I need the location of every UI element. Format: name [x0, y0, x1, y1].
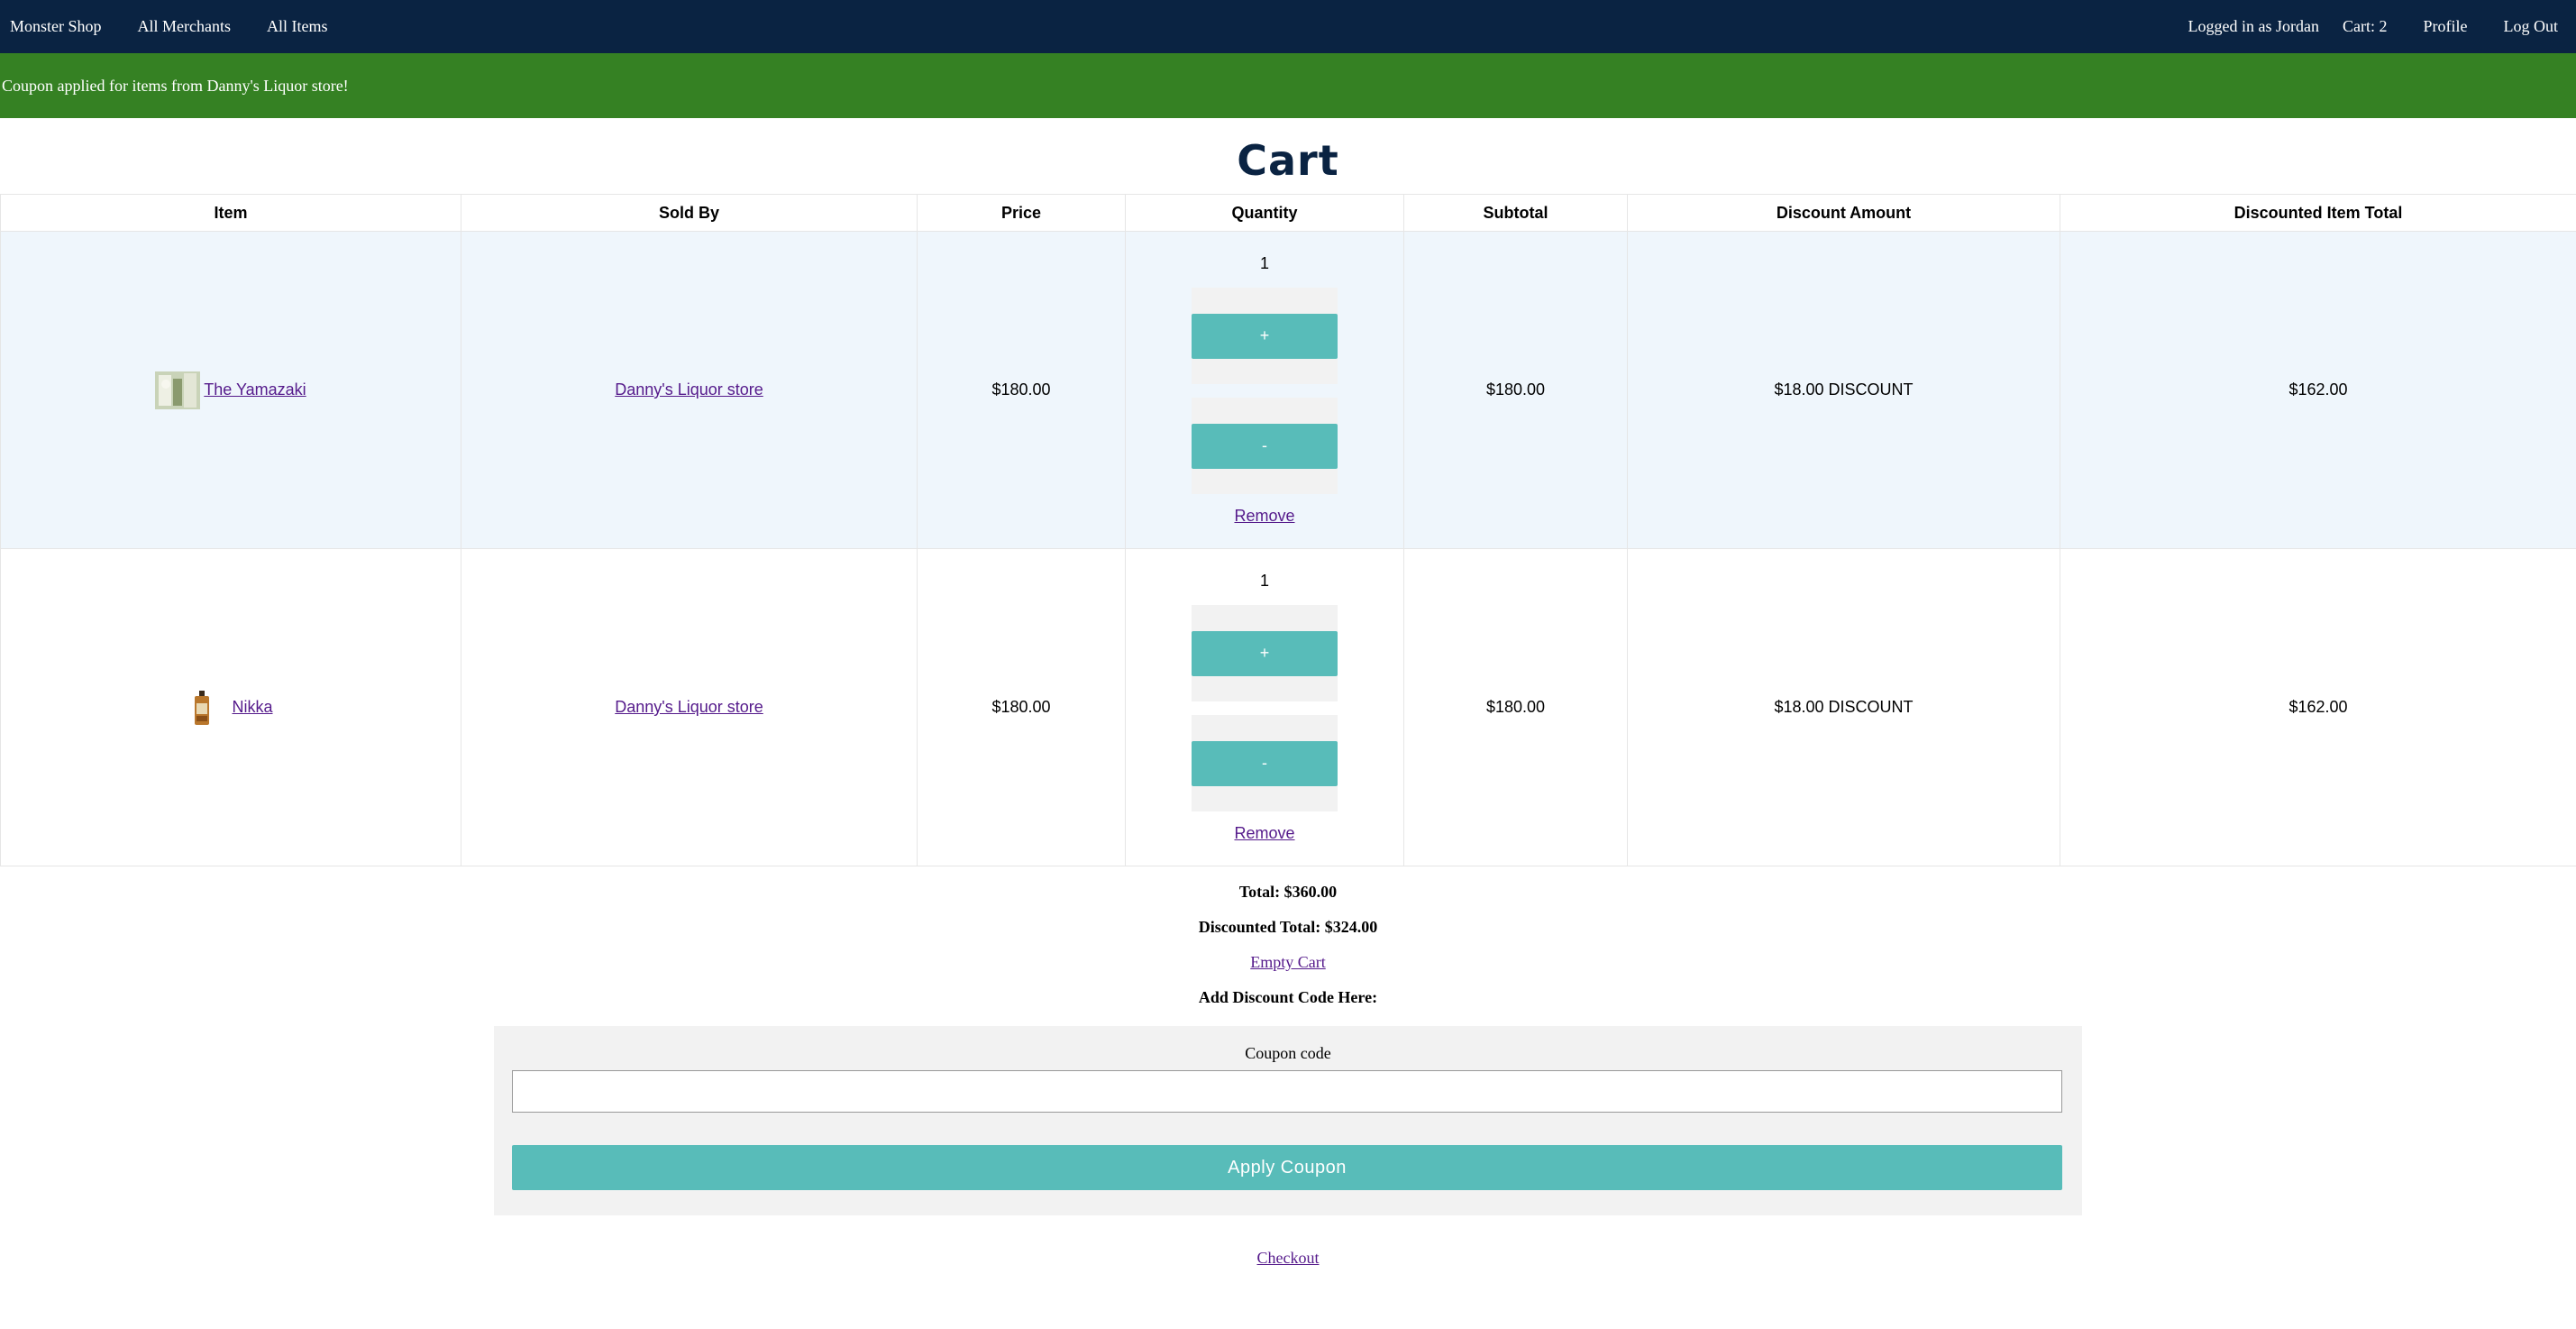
- increment-button[interactable]: +: [1192, 630, 1338, 676]
- quantity-cell: 1 + - Remove: [1125, 548, 1404, 866]
- cart-total: Total: $360.00: [1238, 883, 1338, 901]
- coupon-form: Coupon code Apply Coupon: [494, 1026, 2082, 1215]
- table-row: Nikka Danny's Liquor store $180.00 1 + -…: [0, 548, 2576, 866]
- quantity-value: 1: [1259, 254, 1269, 272]
- yamazaki-thumbnail-icon[interactable]: [155, 371, 201, 409]
- discounted-total-cell: $162.00: [2060, 231, 2576, 549]
- price-cell: $180.00: [917, 548, 1126, 866]
- top-nav: Monster Shop All Merchants All Items Log…: [0, 0, 2576, 53]
- decrement-button[interactable]: -: [1192, 423, 1338, 469]
- discounted-total: Discounted Total: $324.00: [1198, 918, 1378, 936]
- decrement-form: -: [1192, 398, 1338, 494]
- subtotal-cell: $180.00: [1403, 231, 1628, 549]
- decrement-form: -: [1192, 715, 1338, 811]
- nav-cart-link[interactable]: Cart: 2: [2343, 17, 2388, 36]
- quantity-value: 1: [1259, 572, 1269, 590]
- item-name-link[interactable]: Nikka: [232, 698, 272, 717]
- logged-in-user: Logged in as Jordan: [2188, 17, 2319, 35]
- nav-all-items-link[interactable]: All Items: [267, 17, 328, 36]
- quantity-cell: 1 + - Remove: [1125, 231, 1404, 549]
- item-cell: The Yamazaki: [0, 231, 461, 549]
- remove-link[interactable]: Remove: [1234, 824, 1294, 843]
- flash-message: Coupon applied for items from Danny's Li…: [0, 53, 2576, 118]
- item-cell: Nikka: [0, 548, 461, 866]
- header-price: Price: [917, 194, 1126, 232]
- nav-brand-link[interactable]: Monster Shop: [10, 17, 102, 36]
- table-header-row: Item Sold By Price Quantity Subtotal Dis…: [0, 194, 2576, 232]
- header-discount-amount: Discount Amount: [1627, 194, 2060, 232]
- discount-amount-cell: $18.00 DISCOUNT: [1627, 548, 2060, 866]
- increment-form: +: [1192, 605, 1338, 701]
- subtotal-cell: $180.00: [1403, 548, 1628, 866]
- checkout-link[interactable]: Checkout: [1257, 1249, 1320, 1267]
- cart-summary: Total: $360.00 Discounted Total: $324.00…: [0, 883, 2576, 1007]
- sold-by-cell: Danny's Liquor store: [461, 548, 918, 866]
- increment-button[interactable]: +: [1192, 313, 1338, 359]
- cart-table: Item Sold By Price Quantity Subtotal Dis…: [0, 194, 2576, 866]
- nikka-bottle-icon[interactable]: [188, 689, 215, 727]
- merchant-link[interactable]: Danny's Liquor store: [615, 698, 763, 716]
- increment-form: +: [1192, 288, 1338, 384]
- nav-logout-link[interactable]: Log Out: [2504, 17, 2559, 36]
- item-name-link[interactable]: The Yamazaki: [204, 380, 306, 399]
- apply-coupon-button[interactable]: Apply Coupon: [512, 1145, 2062, 1190]
- coupon-code-label: Coupon code: [1245, 1044, 1331, 1062]
- page-title: Cart: [1237, 136, 1339, 185]
- nav-all-merchants-link[interactable]: All Merchants: [138, 17, 231, 36]
- header-quantity: Quantity: [1125, 194, 1404, 232]
- table-row: The Yamazaki Danny's Liquor store $180.0…: [0, 231, 2576, 549]
- price-cell: $180.00: [917, 231, 1126, 549]
- nav-profile-link[interactable]: Profile: [2424, 17, 2468, 36]
- sold-by-cell: Danny's Liquor store: [461, 231, 918, 549]
- header-discounted-item-total: Discounted Item Total: [2060, 194, 2576, 232]
- add-discount-heading: Add Discount Code Here:: [1198, 988, 1378, 1006]
- empty-cart-link[interactable]: Empty Cart: [1250, 953, 1326, 971]
- merchant-link[interactable]: Danny's Liquor store: [615, 380, 763, 399]
- header-item: Item: [0, 194, 461, 232]
- discount-amount-cell: $18.00 DISCOUNT: [1627, 231, 2060, 549]
- nav-right: Logged in as Jordan Cart: 2 Profile Log …: [2188, 17, 2576, 36]
- remove-link[interactable]: Remove: [1234, 507, 1294, 526]
- coupon-code-input[interactable]: [512, 1070, 2062, 1113]
- discounted-total-cell: $162.00: [2060, 548, 2576, 866]
- header-sold-by: Sold By: [461, 194, 918, 232]
- decrement-button[interactable]: -: [1192, 740, 1338, 786]
- nav-left: Monster Shop All Merchants All Items: [0, 17, 354, 36]
- header-subtotal: Subtotal: [1403, 194, 1628, 232]
